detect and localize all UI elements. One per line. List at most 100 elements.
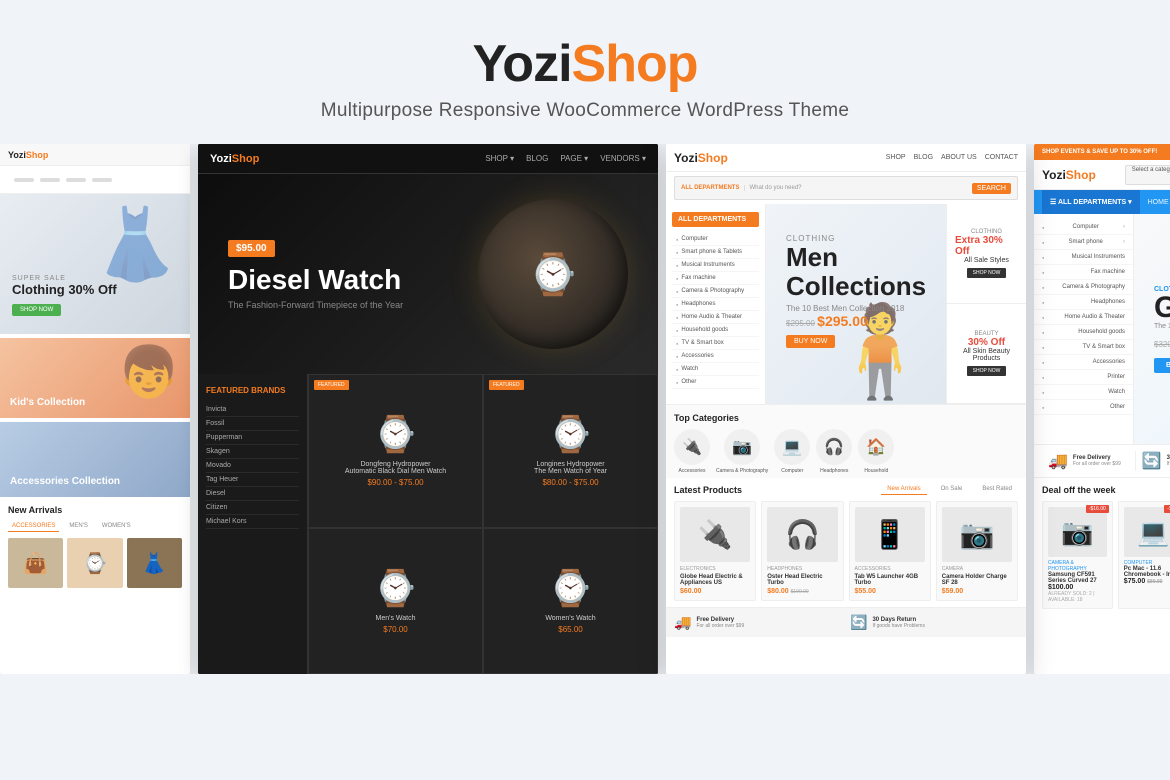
service-return: 🔄 30 Days Return If goods have Problems (850, 614, 1018, 631)
rcat-accessories[interactable]: Accessories (1034, 355, 1133, 370)
rcat-headphones[interactable]: Headphones (1034, 295, 1133, 310)
brand-michael[interactable]: Michael Kors (206, 515, 299, 529)
rcat-musical[interactable]: Musical Instruments (1034, 250, 1133, 265)
dept-headphones[interactable]: Headphones (672, 298, 759, 311)
arrivals-tab-women[interactable]: WOMEN'S (98, 521, 135, 532)
rcat-fax[interactable]: Fax machine (1034, 265, 1133, 280)
search-submit-btn[interactable]: SEARCH (972, 183, 1011, 194)
brand-movado[interactable]: Movado (206, 459, 299, 473)
side-banner-btn-2[interactable]: SHOP NOW (967, 366, 1007, 376)
main-logo: YoziShop (674, 151, 728, 165)
dept-selector[interactable]: ALL DEPARTMENTS (681, 185, 745, 191)
watch-hero-title: Diesel Watch (228, 265, 403, 296)
watch-nav-shop[interactable]: SHOP ▾ (485, 154, 514, 163)
watch-card-name-3: Men's Watch (376, 615, 416, 622)
rcat-home-audio[interactable]: Home Audio & Theater (1034, 310, 1133, 325)
left-hero-clothing: SUPER SALE Clothing 30% Off SHOP NOW 👗 (0, 194, 190, 334)
rcat-printer[interactable]: Printer (1034, 370, 1133, 385)
cat-accessories[interactable]: 🔌 Accessories (674, 429, 710, 474)
categories-grid: 🔌 Accessories 📷 Camera & Photography 💻 C… (674, 429, 1018, 474)
dept-fax[interactable]: Fax machine (672, 272, 759, 285)
srv-delivery-sub: For all order over $99 (1073, 461, 1121, 467)
right-nav-home[interactable]: HOME ▾ (1148, 198, 1170, 206)
dept-other[interactable]: Other (672, 376, 759, 389)
dept-home-audio[interactable]: Home Audio & Theater (672, 311, 759, 324)
main-nav-contact[interactable]: CONTACT (985, 154, 1018, 161)
right-screenshot: SHOP EVENTS & SAVE UP TO 30% OFF! Call U… (1034, 144, 1170, 674)
tab-on-sale[interactable]: On Sale (935, 484, 969, 495)
right-all-dept[interactable]: ☰ ALL DEPARTMENTS ▾ (1042, 190, 1140, 214)
side-banner-btn-1[interactable]: SHOP NOW (967, 268, 1007, 278)
deal-price-1: $100.00 (1048, 584, 1107, 591)
brand-tagueur[interactable]: Tag Heuer (206, 473, 299, 487)
watch-hero: $95.00 Diesel Watch The Fashion-Forward … (198, 174, 658, 374)
watch-card-name-4: Women's Watch (545, 615, 595, 622)
accessories-cat-icon: 🔌 (674, 429, 710, 465)
featured-badge-2: FEATURED (489, 380, 524, 390)
rcat-smartphone[interactable]: Smart phone› (1034, 235, 1133, 250)
watch-card-img-2: ⌚ (549, 414, 593, 455)
brand-yozi: Yozi (472, 35, 571, 93)
dept-watch[interactable]: Watch (672, 363, 759, 376)
dept-tv[interactable]: TV & Smart box (672, 337, 759, 350)
watch-nav-page[interactable]: PAGE ▾ (560, 154, 588, 163)
srv-return: 🔄 30 Days Return If goods have Problems (1136, 451, 1170, 471)
watch-nav-vendors[interactable]: VENDORS ▾ (600, 154, 646, 163)
dept-computer[interactable]: Computer (672, 233, 759, 246)
product-name-1: Globe Head Electric & Appliances US (680, 574, 750, 586)
arrivals-tab-acc[interactable]: ACCESSORIES (8, 521, 59, 532)
gadget-title: Gadgets (1154, 293, 1170, 323)
cat-household[interactable]: 🏠 Household (858, 429, 894, 474)
brand-skagen[interactable]: Skagen (206, 445, 299, 459)
kids-icon: 👦 (118, 343, 180, 402)
gadget-buy-btn[interactable]: BUY NOW (1154, 358, 1170, 373)
delivery-text: Free Delivery For all order over $99 (696, 617, 744, 629)
main-nav-shop[interactable]: SHOP (886, 154, 906, 161)
right-category-select[interactable]: Select a category ▾ (1125, 165, 1170, 185)
dept-camera[interactable]: Camera & Photography (672, 285, 759, 298)
arrivals-tab-men[interactable]: MEN'S (65, 521, 91, 532)
product-card-4: 📷 CAMERA Camera Holder Charge SF 28 $59.… (936, 501, 1018, 601)
cat-computer[interactable]: 💻 Computer (774, 429, 810, 474)
deal-img-1: 📷 (1048, 507, 1107, 557)
kids-section: Kid's Collection 👦 (0, 338, 190, 418)
hero-shop-btn[interactable]: SHOP NOW (12, 304, 61, 316)
camera-cat-name: Camera & Photography (716, 468, 768, 474)
products-section: Latest Products New Arrivals On Sale Bes… (666, 478, 1026, 607)
rcat-tv[interactable]: TV & Smart box (1034, 340, 1133, 355)
brand-citizen[interactable]: Citizen (206, 501, 299, 515)
side-banner-clothing: CLOTHING Extra 30% Off All Sale Styles S… (947, 204, 1026, 304)
brand-diesel[interactable]: Diesel (206, 487, 299, 501)
watch-card-img-3: ⌚ (374, 568, 418, 609)
tab-new-arrivals[interactable]: New Arrivals (881, 484, 926, 495)
tab-best-rated[interactable]: Best Rated (976, 484, 1018, 495)
brand-fossil[interactable]: Fossil (206, 417, 299, 431)
brand-pupperman[interactable]: Pupperman (206, 431, 299, 445)
main-nav-blog[interactable]: BLOG (914, 154, 933, 161)
dept-household[interactable]: Household goods (672, 324, 759, 337)
main-search-bar: ALL DEPARTMENTS What do you need? SEARCH (674, 176, 1018, 200)
buy-now-btn-main[interactable]: BUY NOW (786, 335, 835, 348)
rcat-camera[interactable]: Camera & Photography (1034, 280, 1133, 295)
product-card-1: 🔌 ELECTRONICS Globe Head Electric & Appl… (674, 501, 756, 601)
dept-smartphone[interactable]: Smart phone & Tablets (672, 246, 759, 259)
brand-invicta[interactable]: Invicta (206, 403, 299, 417)
cat-headphones[interactable]: 🎧 Headphones (816, 429, 852, 474)
main-nav-about[interactable]: ABOUT US (941, 154, 977, 161)
hero-fashion-icon: 👗 (93, 204, 180, 286)
all-dept-btn[interactable]: ALL DEPARTMENTS (672, 212, 759, 227)
rcat-watch[interactable]: Watch (1034, 385, 1133, 400)
dept-musical[interactable]: Musical Instruments (672, 259, 759, 272)
cat-camera[interactable]: 📷 Camera & Photography (716, 429, 768, 474)
watch-card-price-4: $65.00 (558, 625, 582, 634)
watch-nav-blog[interactable]: BLOG (526, 154, 548, 163)
watch-card-name-2: Longines HydropowerThe Men Watch of Year (534, 461, 607, 475)
product-img-2: 🎧 (767, 507, 837, 562)
accessories-cat-name: Accessories (679, 468, 706, 474)
rcat-other[interactable]: Other (1034, 400, 1133, 415)
rcat-computer[interactable]: Computer› (1034, 220, 1133, 235)
rcat-household[interactable]: Household goods (1034, 325, 1133, 340)
product-name-4: Camera Holder Charge SF 28 (942, 574, 1012, 586)
dept-accessories[interactable]: Accessories (672, 350, 759, 363)
men-price-new: $295.00 (817, 313, 868, 329)
